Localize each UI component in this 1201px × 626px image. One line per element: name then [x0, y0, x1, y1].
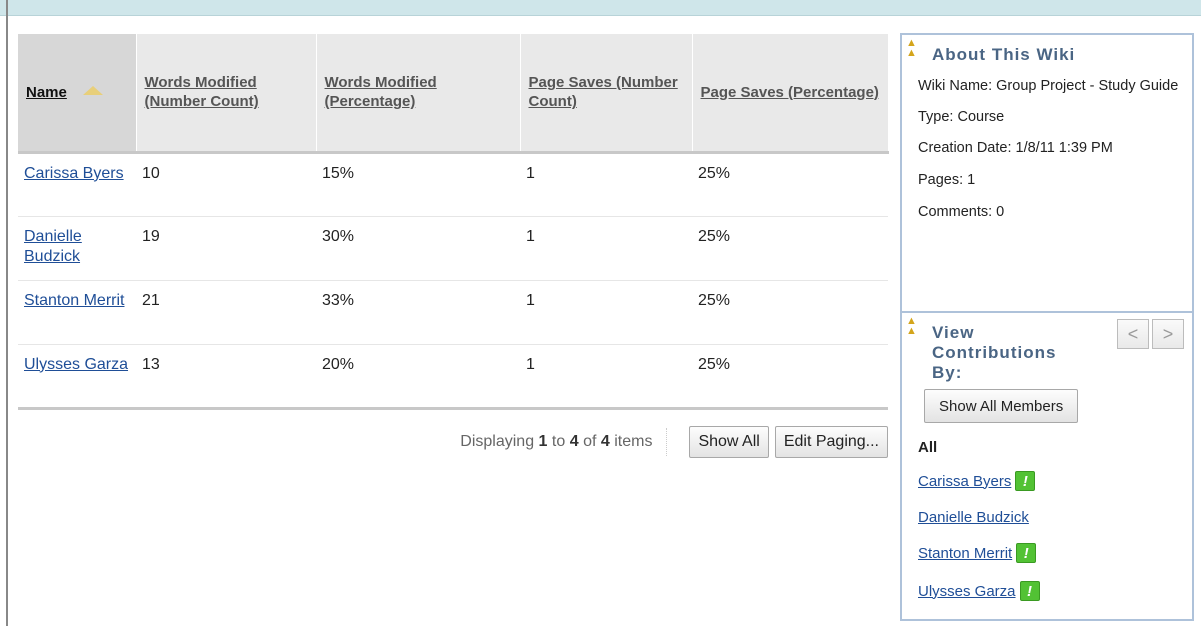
member-name-link[interactable]: Danielle Budzick — [24, 228, 82, 265]
top-banner — [0, 0, 1201, 16]
member-name-link[interactable]: Ulysses Garza — [24, 356, 128, 373]
cell-saves-count: 1 — [520, 216, 692, 281]
cell-saves-percentage: 25% — [692, 152, 888, 217]
cell-words-count: 21 — [136, 280, 316, 345]
member-link[interactable]: Carissa Byers — [918, 473, 1011, 490]
column-header-words-count-link[interactable]: Words Modified (Number Count) — [145, 74, 259, 110]
column-header-words-count[interactable]: Words Modified (Number Count) — [136, 34, 317, 154]
member-list-item: Danielle Budzick — [918, 509, 1029, 526]
column-header-words-percentage-link[interactable]: Words Modified (Percentage) — [325, 74, 437, 110]
table-row: Carissa Byers 10 15% 1 25% — [18, 152, 888, 217]
column-header-saves-count[interactable]: Page Saves (Number Count) — [520, 34, 693, 154]
contributions-table: Name Words Modified (Number Count) Words… — [18, 34, 889, 410]
previous-arrow-icon[interactable]: < — [1117, 319, 1149, 349]
table-row: Stanton Merrit 21 33% 1 25% — [18, 280, 888, 345]
about-wiki-title: About This Wiki — [932, 45, 1076, 64]
cell-words-count: 19 — [136, 216, 316, 281]
alert-icon: ! — [1016, 543, 1037, 563]
member-nav: < > — [1114, 319, 1184, 349]
cell-words-percentage: 15% — [316, 152, 520, 217]
pagination-bar: Displaying 1 to 4 of 4 items Show All Ed… — [18, 425, 888, 459]
cell-words-percentage: 30% — [316, 216, 520, 281]
member-link[interactable]: Stanton Merrit — [918, 545, 1012, 562]
column-header-name-link[interactable]: Name — [26, 84, 67, 101]
cell-saves-count: 1 — [520, 152, 692, 217]
cell-words-count: 10 — [136, 152, 316, 217]
pagination-status: Displaying 1 to 4 of 4 items — [460, 428, 668, 456]
pagination-label: Displaying — [460, 433, 535, 450]
table-row: Ulysses Garza 13 20% 1 25% — [18, 344, 888, 410]
member-link[interactable]: Danielle Budzick — [918, 509, 1029, 526]
comment-count-text: Comments: 0 — [918, 204, 1005, 220]
cell-name: Danielle Budzick — [18, 216, 136, 281]
member-list-item: Carissa Byers ! — [918, 471, 1036, 491]
pagination-to: 4 — [569, 433, 579, 450]
left-border — [6, 0, 8, 626]
member-list-item: Ulysses Garza ! — [918, 581, 1040, 601]
page-count-text: Pages: 1 — [918, 172, 976, 188]
alert-icon: ! — [1015, 471, 1036, 491]
all-members-label: All — [918, 439, 938, 456]
about-wiki-panel: ▲ ▲ About This Wiki Wiki Name: Group Proj… — [900, 33, 1194, 313]
member-list-item: Stanton Merrit ! — [918, 543, 1037, 563]
pagination-to-label: to — [551, 433, 566, 450]
table-header-row: Name Words Modified (Number Count) Words… — [18, 34, 889, 154]
view-contributions-panel: ▲ ▲ View Contributions By: < > Show All M… — [900, 313, 1194, 621]
column-header-name[interactable]: Name — [18, 34, 137, 154]
cell-saves-percentage: 25% — [692, 344, 888, 410]
cell-saves-count: 1 — [520, 280, 692, 345]
column-header-words-percentage[interactable]: Words Modified (Percentage) — [316, 34, 521, 154]
member-name-link[interactable]: Stanton Merrit — [24, 292, 124, 309]
alert-icon: ! — [1019, 581, 1040, 601]
pagination-from: 1 — [538, 433, 548, 450]
sort-ascending-icon[interactable] — [82, 86, 103, 96]
pagination-items-label: items — [614, 433, 653, 450]
next-arrow-icon[interactable]: > — [1152, 319, 1184, 349]
wiki-type-text: Type: Course — [918, 109, 1005, 125]
cell-words-percentage: 20% — [316, 344, 520, 410]
cell-name: Stanton Merrit — [18, 280, 136, 345]
cell-saves-percentage: 25% — [692, 216, 888, 281]
table-row: Danielle Budzick 19 30% 1 25% — [18, 216, 888, 281]
show-all-members-button[interactable]: Show All Members — [924, 389, 1079, 423]
show-all-button[interactable]: Show All — [689, 426, 769, 458]
cell-words-count: 13 — [136, 344, 316, 410]
cell-name: Carissa Byers — [18, 152, 136, 217]
edit-paging-button[interactable]: Edit Paging... — [774, 426, 888, 458]
column-header-saves-count-link[interactable]: Page Saves (Number Count) — [529, 74, 678, 110]
pagination-total: 4 — [600, 433, 610, 450]
cell-name: Ulysses Garza — [18, 344, 136, 410]
pagination-of-label: of — [583, 433, 597, 450]
member-name-link[interactable]: Carissa Byers — [24, 165, 124, 182]
cell-saves-count: 1 — [520, 344, 692, 410]
wiki-name-text: Wiki Name: Group Project - Study Guide — [918, 78, 1179, 94]
cell-words-percentage: 33% — [316, 280, 520, 345]
creation-date-text: Creation Date: 1/8/11 1:39 PM — [918, 140, 1113, 156]
column-header-saves-percentage[interactable]: Page Saves (Percentage) — [692, 34, 889, 154]
column-header-saves-percentage-link[interactable]: Page Saves (Percentage) — [701, 84, 879, 101]
member-link[interactable]: Ulysses Garza — [918, 583, 1016, 600]
cell-saves-percentage: 25% — [692, 280, 888, 345]
